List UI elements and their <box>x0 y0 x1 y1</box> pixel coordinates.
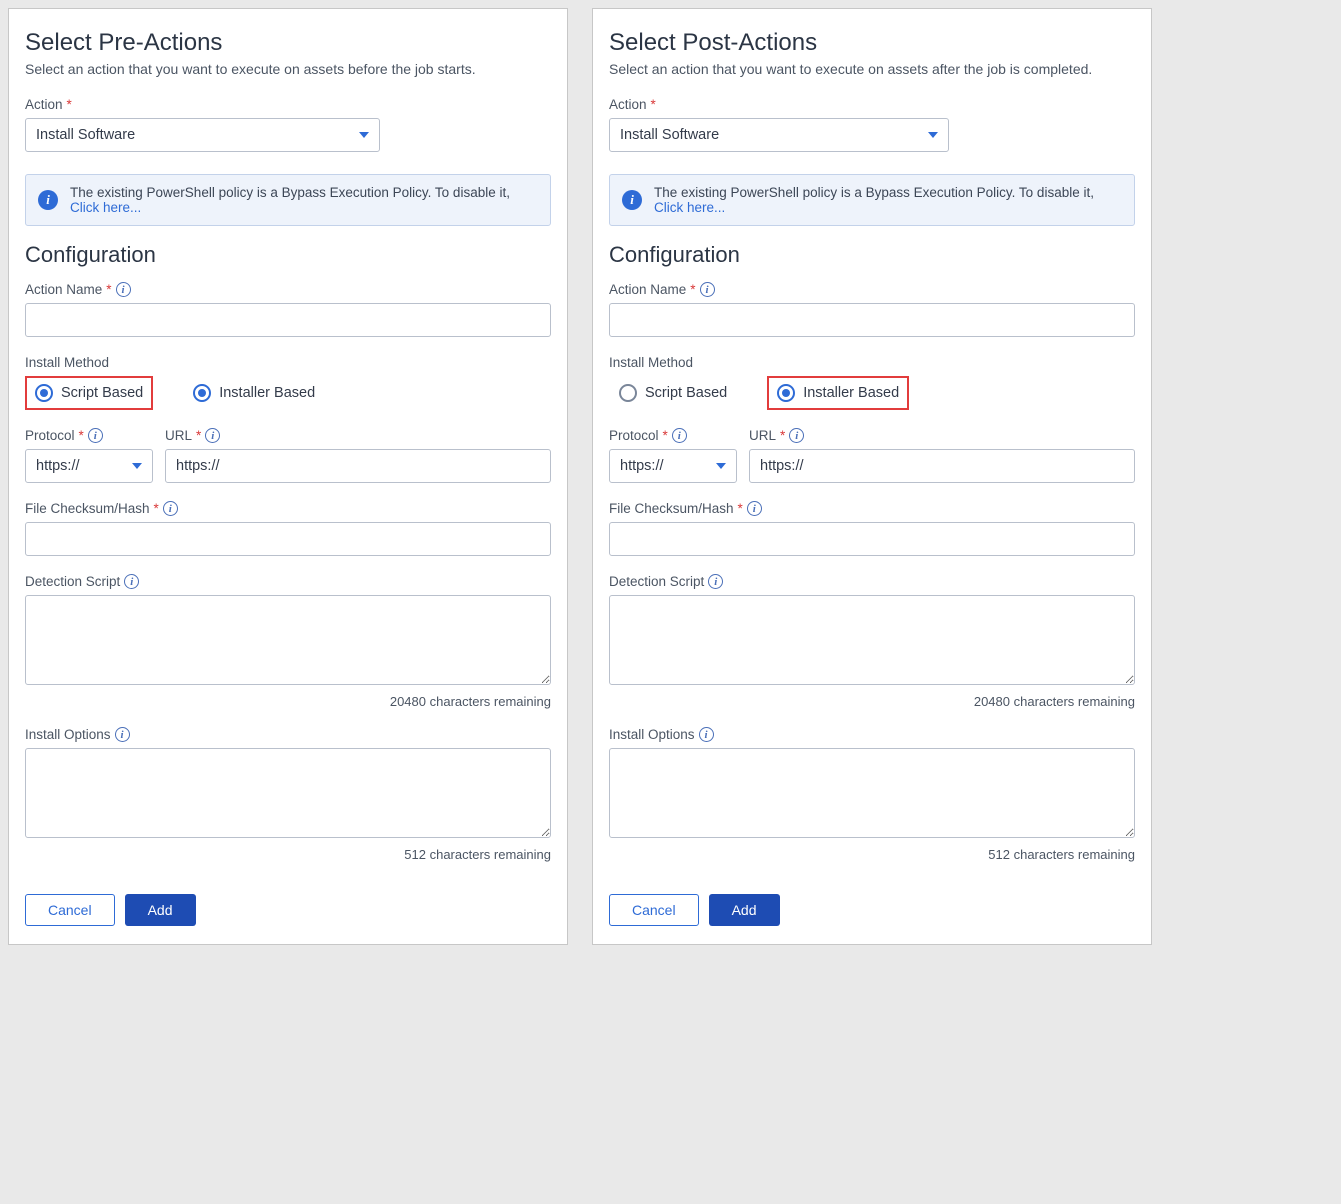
protocol-select[interactable]: https:// <box>609 449 737 483</box>
radio-script-based[interactable]: Script Based <box>25 376 153 410</box>
page-subtitle: Select an action that you want to execut… <box>25 61 551 77</box>
help-icon[interactable]: i <box>124 574 139 589</box>
detection-counter: 20480 characters remaining <box>609 694 1135 709</box>
help-icon[interactable]: i <box>116 282 131 297</box>
action-label: Action* <box>25 97 551 112</box>
help-icon[interactable]: i <box>789 428 804 443</box>
protocol-label: Protocol* i <box>609 428 737 443</box>
chevron-down-icon <box>716 463 726 469</box>
protocol-label: Protocol* i <box>25 428 153 443</box>
configuration-heading: Configuration <box>25 242 551 268</box>
info-icon: i <box>622 190 642 210</box>
chevron-down-icon <box>928 132 938 138</box>
checksum-label: File Checksum/Hash* i <box>25 501 551 516</box>
help-icon[interactable]: i <box>205 428 220 443</box>
url-input[interactable] <box>749 449 1135 483</box>
policy-banner: i The existing PowerShell policy is a By… <box>25 174 551 226</box>
radio-selected-icon <box>35 384 53 402</box>
action-select-value: Install Software <box>620 127 719 143</box>
banner-link[interactable]: Click here... <box>70 200 141 215</box>
help-icon[interactable]: i <box>88 428 103 443</box>
url-label: URL* i <box>749 428 1135 443</box>
detection-script-label: Detection Script i <box>25 574 551 589</box>
radio-selected-icon <box>777 384 795 402</box>
action-select[interactable]: Install Software <box>609 118 949 152</box>
checksum-input[interactable] <box>609 522 1135 556</box>
add-button[interactable]: Add <box>125 894 196 926</box>
detection-counter: 20480 characters remaining <box>25 694 551 709</box>
post-actions-panel: Select Post-Actions Select an action tha… <box>592 8 1152 945</box>
url-label: URL* i <box>165 428 551 443</box>
detection-script-label: Detection Script i <box>609 574 1135 589</box>
configuration-heading: Configuration <box>609 242 1135 268</box>
action-name-label: Action Name* i <box>609 282 1135 297</box>
install-options-textarea[interactable] <box>25 748 551 838</box>
radio-unselected-icon <box>619 384 637 402</box>
action-name-input[interactable] <box>25 303 551 337</box>
radio-installer-based[interactable]: Installer Based <box>183 376 325 410</box>
install-method-label: Install Method <box>609 355 1135 370</box>
action-name-label: Action Name* i <box>25 282 551 297</box>
help-icon[interactable]: i <box>672 428 687 443</box>
help-icon[interactable]: i <box>700 282 715 297</box>
pre-actions-panel: Select Pre-Actions Select an action that… <box>8 8 568 945</box>
info-icon: i <box>38 190 58 210</box>
install-options-counter: 512 characters remaining <box>609 847 1135 862</box>
page-title: Select Post-Actions <box>609 29 1135 57</box>
chevron-down-icon <box>132 463 142 469</box>
radio-script-based[interactable]: Script Based <box>609 376 737 410</box>
cancel-button[interactable]: Cancel <box>25 894 115 926</box>
install-options-textarea[interactable] <box>609 748 1135 838</box>
protocol-select[interactable]: https:// <box>25 449 153 483</box>
add-button[interactable]: Add <box>709 894 780 926</box>
banner-text: The existing PowerShell policy is a Bypa… <box>70 185 510 200</box>
page-subtitle: Select an action that you want to execut… <box>609 61 1135 77</box>
banner-text: The existing PowerShell policy is a Bypa… <box>654 185 1094 200</box>
install-options-label: Install Options i <box>25 727 551 742</box>
page-title: Select Pre-Actions <box>25 29 551 57</box>
detection-script-textarea[interactable] <box>25 595 551 685</box>
detection-script-textarea[interactable] <box>609 595 1135 685</box>
action-select[interactable]: Install Software <box>25 118 380 152</box>
protocol-value: https:// <box>36 458 80 474</box>
banner-link[interactable]: Click here... <box>654 200 725 215</box>
help-icon[interactable]: i <box>163 501 178 516</box>
policy-banner: i The existing PowerShell policy is a By… <box>609 174 1135 226</box>
action-select-value: Install Software <box>36 127 135 143</box>
install-options-counter: 512 characters remaining <box>25 847 551 862</box>
checksum-label: File Checksum/Hash* i <box>609 501 1135 516</box>
help-icon[interactable]: i <box>699 727 714 742</box>
help-icon[interactable]: i <box>115 727 130 742</box>
radio-installer-based[interactable]: Installer Based <box>767 376 909 410</box>
radio-selected-icon <box>193 384 211 402</box>
chevron-down-icon <box>359 132 369 138</box>
action-label: Action* <box>609 97 1135 112</box>
install-options-label: Install Options i <box>609 727 1135 742</box>
protocol-value: https:// <box>620 458 664 474</box>
action-name-input[interactable] <box>609 303 1135 337</box>
cancel-button[interactable]: Cancel <box>609 894 699 926</box>
install-method-label: Install Method <box>25 355 551 370</box>
help-icon[interactable]: i <box>708 574 723 589</box>
url-input[interactable] <box>165 449 551 483</box>
help-icon[interactable]: i <box>747 501 762 516</box>
checksum-input[interactable] <box>25 522 551 556</box>
